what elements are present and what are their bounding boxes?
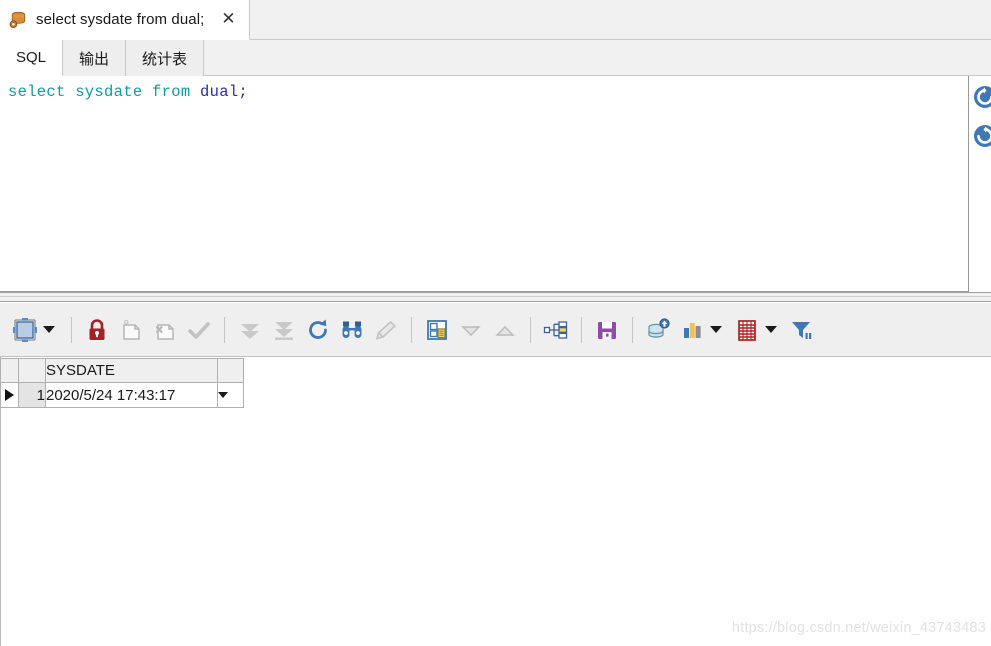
sql-token-object: dual; [200, 83, 249, 101]
table-row[interactable]: 1 2020/5/24 17:43:17 [0, 382, 244, 408]
document-tab-title: select sysdate from dual; [36, 11, 205, 28]
document-tab-strip: select sysdate from dual; ✕ [0, 0, 991, 40]
move-down-icon [454, 303, 488, 357]
separator-6 [632, 316, 633, 343]
tab-sql-label: SQL [16, 49, 47, 66]
separator-5 [581, 316, 582, 343]
tab-output-label: 输出 [79, 50, 110, 68]
watermark-text: https://blog.csdn.net/weixin_43743483 [731, 620, 986, 636]
current-row-arrow-icon [5, 389, 14, 401]
fetch-last-page-icon [267, 303, 301, 357]
fetch-next-page-icon [233, 303, 267, 357]
find-icon[interactable] [335, 303, 369, 357]
splitter-line [0, 296, 991, 297]
cell-sysdate[interactable]: 2020/5/24 17:43:17 [45, 382, 218, 408]
filter-icon[interactable] [785, 303, 819, 357]
chevron-down-icon [218, 392, 228, 398]
sql-token-keywords: select sysdate from [8, 83, 201, 101]
export-structure-icon[interactable] [539, 303, 573, 357]
move-up-icon [488, 303, 522, 357]
grid-header-row: SYSDATE [0, 358, 244, 383]
grid-corner-cell-b [18, 358, 46, 383]
sql-editor-text: select sysdate from dual; [8, 83, 248, 101]
separator-1 [71, 316, 72, 343]
rollback-circle-icon[interactable] [972, 84, 991, 110]
chart-icon[interactable] [675, 303, 709, 357]
table-icon[interactable] [730, 303, 764, 357]
separator-2 [224, 316, 225, 343]
upload-to-database-icon[interactable] [641, 303, 675, 357]
separator-4 [530, 316, 531, 343]
tab-statistics[interactable]: 统计表 [126, 40, 205, 76]
separator-3 [411, 316, 412, 343]
close-icon[interactable]: ✕ [218, 10, 238, 29]
pane-splitter[interactable] [0, 292, 991, 302]
row-indicator [0, 382, 19, 408]
tab-statistics-label: 统计表 [142, 50, 188, 68]
chart-dropdown[interactable] [710, 326, 722, 333]
post-changes-icon [182, 303, 216, 357]
result-subtab-bar: SQL 输出 统计表 [0, 40, 991, 76]
result-grid[interactable]: SYSDATE 1 2020/5/24 17:43:17 [0, 358, 244, 408]
tab-sql[interactable]: SQL [0, 40, 64, 76]
grid-layout-icon[interactable] [8, 303, 42, 357]
grid-layout-dropdown[interactable] [43, 326, 55, 333]
cell-dropdown-icon[interactable] [217, 382, 244, 408]
grid-header-tail [217, 358, 244, 383]
column-header-sysdate[interactable]: SYSDATE [45, 358, 218, 383]
editor-side-buttons [972, 84, 991, 162]
result-toolbar [0, 303, 991, 357]
grid-corner-cell-a [0, 358, 19, 383]
single-record-view-icon[interactable] [420, 303, 454, 357]
database-gear-icon [8, 10, 28, 30]
new-record-icon [114, 303, 148, 357]
refresh-icon[interactable] [301, 303, 335, 357]
table-dropdown[interactable] [765, 326, 777, 333]
save-icon[interactable] [590, 303, 624, 357]
clear-filter-icon [369, 303, 403, 357]
sql-editor[interactable]: select sysdate from dual; [0, 76, 969, 292]
commit-circle-icon[interactable] [972, 123, 991, 149]
row-number: 1 [18, 382, 46, 408]
lock-icon[interactable] [80, 303, 114, 357]
delete-record-icon [148, 303, 182, 357]
tab-output[interactable]: 输出 [63, 40, 127, 76]
document-tab[interactable]: select sysdate from dual; ✕ [0, 0, 250, 40]
